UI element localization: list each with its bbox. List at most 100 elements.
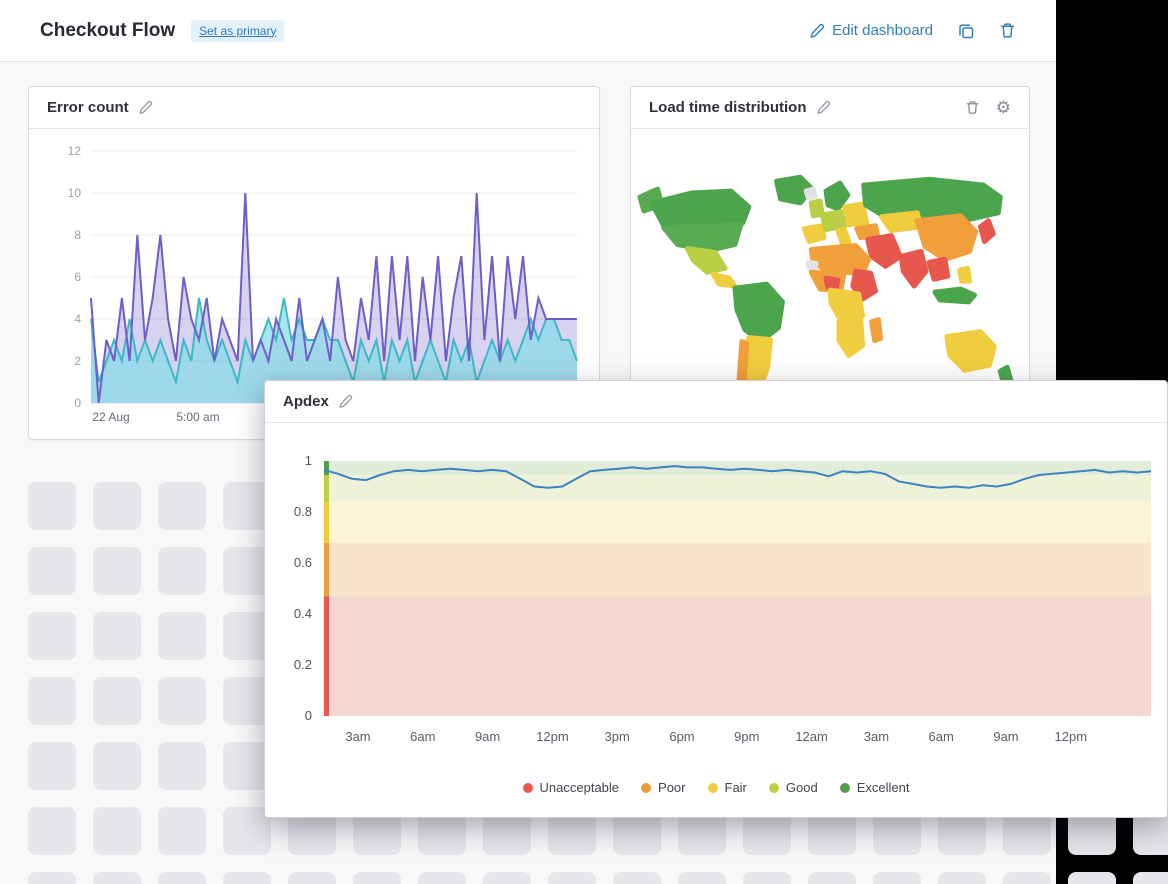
map-region-india[interactable] (901, 251, 926, 286)
delete-dashboard-button[interactable] (999, 22, 1016, 39)
x-axis-tick-label: 12pm (1055, 729, 1088, 744)
x-axis-tick-label: 5:00 am (176, 410, 219, 424)
edit-widget-icon[interactable] (138, 100, 153, 115)
load-time-map-area (631, 129, 1029, 419)
widget-title: Error count (47, 99, 129, 116)
x-axis-tick-label: 3pm (605, 729, 630, 744)
map-region-west-sahara[interactable] (808, 262, 816, 269)
trash-icon (999, 22, 1016, 39)
x-axis-tick-label: 6am (929, 729, 954, 744)
x-axis-tick-label: 9pm (734, 729, 759, 744)
grid-placeholder (613, 872, 661, 884)
apdex-legend: Unacceptable Poor Fair Good Excellent (265, 780, 1167, 795)
map-region-north-africa[interactable] (811, 246, 868, 274)
threshold-band-unacceptable (324, 596, 1151, 716)
map-region-china[interactable] (917, 216, 975, 260)
x-axis-tick-label: 3am (864, 729, 889, 744)
map-region-turkey[interactable] (857, 226, 878, 238)
map-region-south-america-north[interactable] (735, 284, 783, 341)
legend-dot (523, 783, 533, 793)
legend-item-poor[interactable]: Poor (641, 780, 685, 795)
map-region-usa[interactable] (664, 225, 741, 251)
x-axis-tick-label: 6am (410, 729, 435, 744)
map-region-southern-africa[interactable] (839, 320, 863, 356)
y-axis-tick-label: 0 (305, 708, 312, 723)
load-time-widget-header: Load time distribution ⚙ (631, 87, 1029, 129)
grid-placeholder (1068, 872, 1116, 884)
y-axis-tick-label: 0 (74, 396, 81, 410)
y-axis-tick-label: 0.2 (294, 657, 312, 672)
map-region-japan[interactable] (980, 221, 993, 242)
threshold-strip-poor (324, 543, 329, 597)
legend-label: Unacceptable (540, 780, 620, 795)
threshold-band-fair (324, 502, 1151, 543)
threshold-band-poor (324, 543, 1151, 597)
map-region-iberia[interactable] (804, 226, 824, 242)
grid-placeholder (93, 742, 141, 790)
x-axis-tick-label: 6pm (669, 729, 694, 744)
grid-placeholder (938, 872, 986, 884)
y-axis-tick-label: 8 (74, 228, 81, 242)
grid-placeholder (158, 612, 206, 660)
map-region-middle-east[interactable] (868, 236, 901, 267)
map-region-philippines[interactable] (960, 268, 970, 281)
map-region-mexico[interactable] (687, 248, 725, 272)
x-axis-tick-label: 3am (345, 729, 370, 744)
legend-label: Good (786, 780, 818, 795)
map-region-central-africa[interactable] (830, 290, 863, 321)
edit-widget-icon[interactable] (338, 394, 353, 409)
map-region-indonesia[interactable] (935, 289, 975, 302)
grid-placeholder (678, 872, 726, 884)
grid-placeholder (418, 872, 466, 884)
grid-placeholder (808, 872, 856, 884)
edit-dashboard-button[interactable]: Edit dashboard (809, 22, 933, 39)
y-axis-tick-label: 2 (74, 354, 81, 368)
x-axis-tick-label: 12am (795, 729, 828, 744)
widget-settings-gear-icon[interactable]: ⚙ (996, 99, 1011, 116)
grid-placeholder (28, 807, 76, 855)
x-axis-tick-label: 9am (993, 729, 1018, 744)
y-axis-tick-label: 4 (74, 312, 81, 326)
legend-item-fair[interactable]: Fair (708, 780, 747, 795)
edit-widget-icon[interactable] (816, 100, 831, 115)
y-axis-tick-label: 0.8 (294, 504, 312, 519)
apdex-widget[interactable]: Apdex 00.20.40.60.813am6am9am12pm3pm6pm9… (264, 380, 1168, 818)
grid-placeholder (288, 872, 336, 884)
legend-label: Poor (658, 780, 685, 795)
legend-item-good[interactable]: Good (769, 780, 818, 795)
apdex-chart-area: 00.20.40.60.813am6am9am12pm3pm6pm9pm12am… (265, 423, 1167, 795)
y-axis-tick-label: 0.4 (294, 606, 312, 621)
legend-item-unacceptable[interactable]: Unacceptable (523, 780, 620, 795)
load-time-widget-actions: ⚙ (965, 99, 1011, 116)
grid-placeholder (158, 742, 206, 790)
map-region-iceland[interactable] (806, 189, 815, 198)
grid-placeholder (483, 872, 531, 884)
grid-placeholder (93, 612, 141, 660)
map-region-madagascar[interactable] (872, 320, 881, 341)
delete-widget-icon[interactable] (965, 100, 980, 115)
grid-placeholder (93, 677, 141, 725)
legend-item-excellent[interactable]: Excellent (840, 780, 910, 795)
legend-dot (769, 783, 779, 793)
map-region-central-america[interactable] (713, 274, 735, 286)
map-region-australia[interactable] (947, 332, 995, 371)
map-region-se-asia[interactable] (929, 259, 948, 279)
y-axis-tick-label: 10 (68, 186, 82, 200)
edit-dashboard-label: Edit dashboard (832, 22, 933, 39)
grid-placeholder (28, 612, 76, 660)
dashboard-header-left: Checkout Flow Set as primary (40, 20, 284, 42)
page-title: Checkout Flow (40, 20, 175, 42)
y-axis-tick-label: 1 (305, 453, 312, 468)
map-region-italy[interactable] (838, 229, 849, 243)
dashboard-header-actions: Edit dashboard (809, 22, 1016, 40)
x-axis-tick-label: 9am (475, 729, 500, 744)
set-as-primary-link[interactable]: Set as primary (191, 20, 284, 42)
grid-placeholder (93, 482, 141, 530)
duplicate-dashboard-button[interactable] (957, 22, 975, 40)
y-axis-tick-label: 12 (68, 144, 82, 158)
legend-dot (641, 783, 651, 793)
grid-placeholder (743, 872, 791, 884)
map-region-chile[interactable] (739, 342, 747, 386)
map-region-eastern-europe[interactable] (845, 204, 867, 225)
error-count-widget-header: Error count (29, 87, 599, 129)
